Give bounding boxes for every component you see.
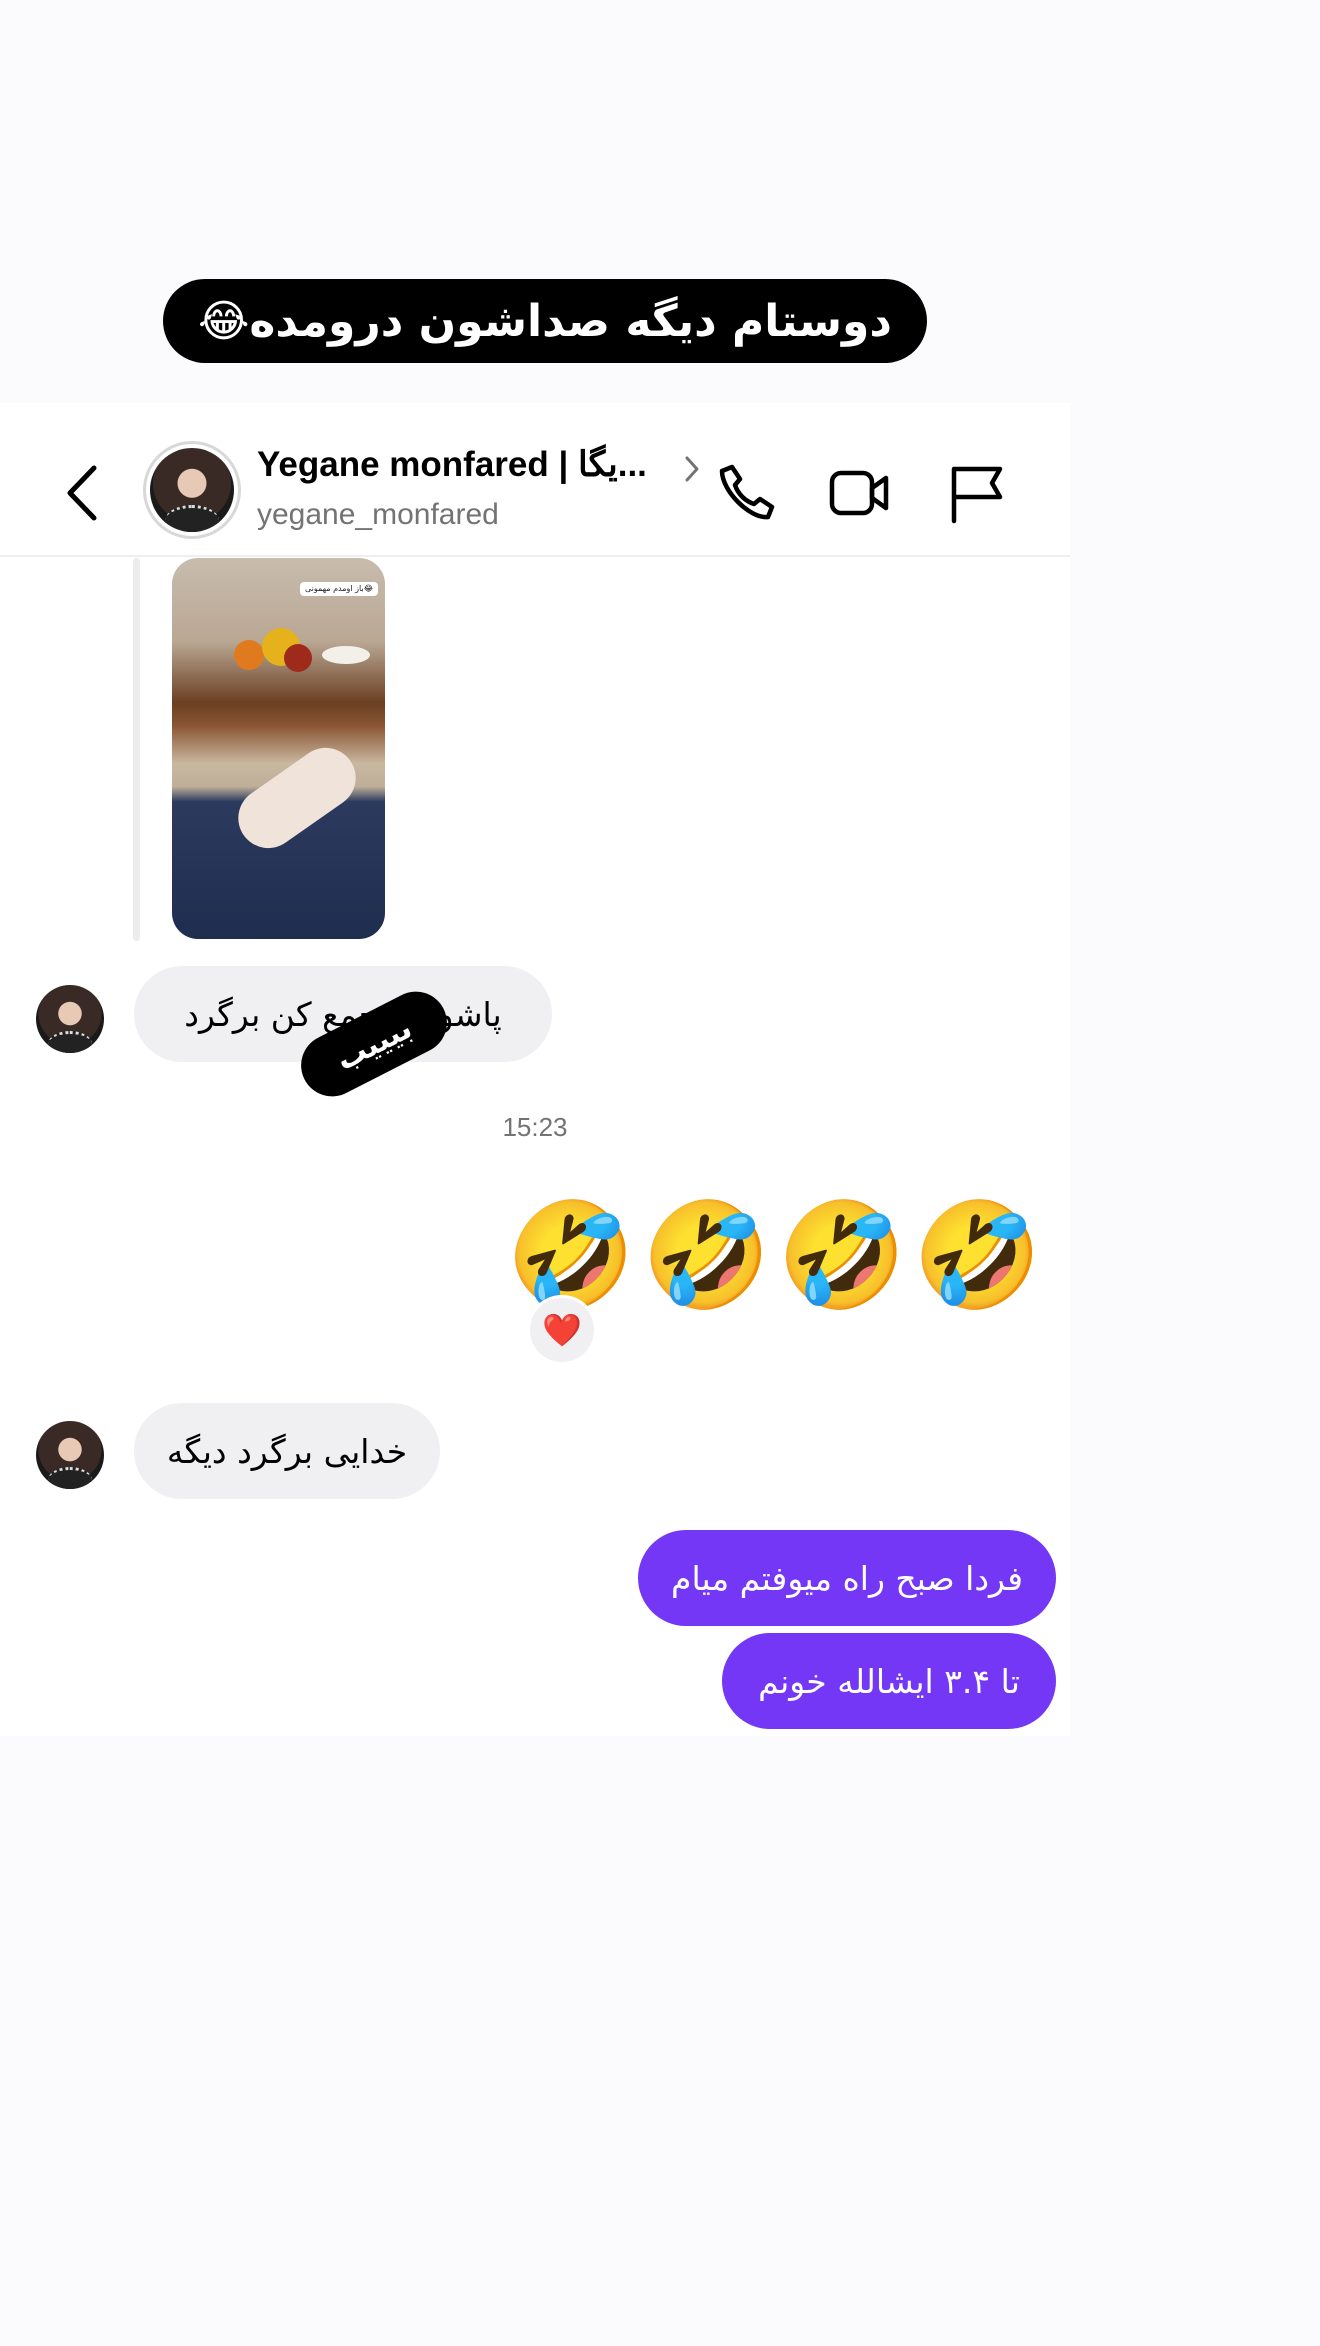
outgoing-message[interactable]: تا ۳.۴ ایشالله خونم [722,1633,1056,1729]
avatar[interactable] [143,441,241,539]
avatar[interactable] [36,1421,104,1489]
video-icon[interactable] [828,461,892,525]
chat-header: Yegane monfared | یگا... yegane_monfared [0,403,1070,557]
caption-banner: دوستام دیگه صداشون درومده😂 [163,279,927,363]
incoming-message[interactable]: خدایی برگرد دیگه [134,1403,440,1499]
outgoing-message[interactable]: فردا صبح راه میوفتم میام [638,1530,1056,1626]
emoji-message[interactable]: 🤣🤣🤣🤣 [506,1195,1048,1315]
flag-icon[interactable] [944,461,1008,525]
chevron-right-icon[interactable] [684,455,700,483]
post-sticker: باز اومدم مهمونی😂 [300,582,378,596]
shared-post-indicator [133,558,140,941]
avatar[interactable] [36,985,104,1053]
timestamp: 15:23 [502,1112,568,1142]
contact-name[interactable]: Yegane monfared | یگا... [257,445,647,485]
shared-post-image[interactable]: باز اومدم مهمونی😂 [172,558,385,939]
back-icon[interactable] [58,458,108,528]
contact-username: yegane_monfared [257,498,499,531]
phone-icon[interactable] [714,461,778,525]
heart-reaction-icon[interactable]: ❤️ [527,1295,597,1365]
